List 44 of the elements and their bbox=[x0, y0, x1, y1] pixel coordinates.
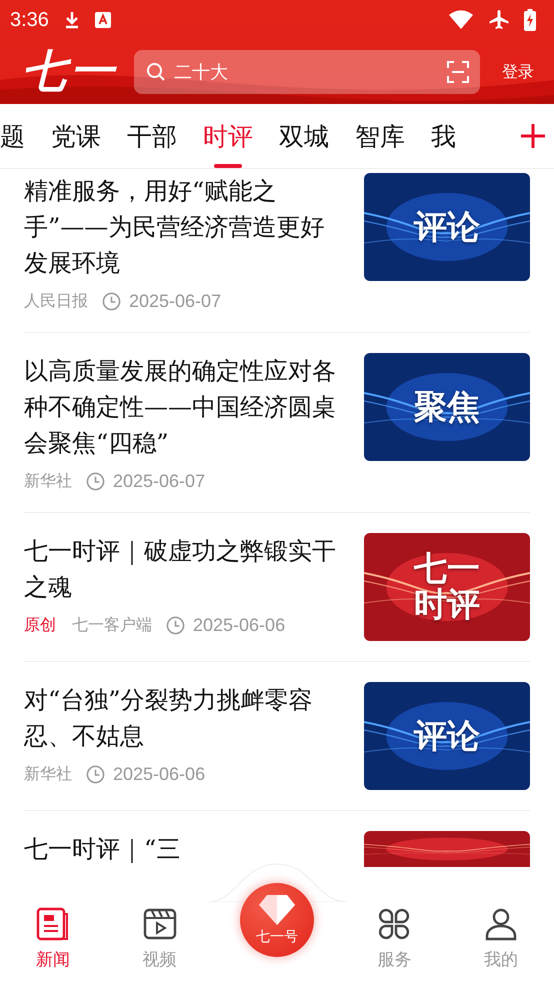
category-tab[interactable]: 时评 bbox=[190, 104, 266, 168]
article-source: 七一客户端 bbox=[72, 616, 152, 636]
clock-icon bbox=[102, 292, 121, 311]
article-title[interactable]: 以高质量发展的确定性应对各种不确定性——中国经济圆桌会聚焦“四稳” bbox=[24, 353, 350, 461]
category-tab[interactable]: 题 bbox=[0, 104, 38, 168]
article-title[interactable]: 七一时评｜破虚功之弊锻实干之魂 bbox=[24, 533, 350, 605]
search-input[interactable]: 二十大 bbox=[172, 60, 440, 84]
app-logo: 七一 bbox=[22, 50, 118, 94]
article-title[interactable]: 对“台独”分裂势力挑衅零容忍、不姑息 bbox=[24, 682, 350, 754]
article-source: 新华社 bbox=[24, 472, 72, 492]
category-tab[interactable]: 我 bbox=[418, 104, 469, 168]
category-tab[interactable]: 智库 bbox=[342, 104, 418, 168]
thumbnail-caption: 评论 bbox=[414, 208, 480, 246]
clock-icon bbox=[86, 765, 105, 784]
clock-icon bbox=[166, 616, 185, 635]
status-time: 3:36 bbox=[10, 8, 49, 32]
article-date: 2025-06-07 bbox=[113, 471, 206, 492]
thumbnail-caption: 七一时评 bbox=[412, 550, 481, 624]
gem-icon bbox=[258, 894, 296, 926]
thumbnail-caption: 聚焦 bbox=[414, 388, 480, 426]
original-tag: 原创 bbox=[24, 615, 56, 636]
article-title[interactable]: 七一时评｜“三 bbox=[24, 831, 350, 867]
category-tab[interactable]: 党课 bbox=[38, 104, 114, 168]
login-button[interactable]: 登录 bbox=[496, 62, 540, 82]
article-date: 2025-06-06 bbox=[193, 615, 286, 636]
qiyihao-button[interactable]: 七一号 bbox=[240, 883, 314, 957]
thumbnail-caption: 评论 bbox=[414, 718, 480, 754]
clock-icon bbox=[86, 472, 105, 491]
nav-tab[interactable]: 新闻 bbox=[27, 906, 80, 970]
article-title[interactable]: 精准服务，用好“赋能之手”——为民营经济营造更好发展环境 bbox=[24, 173, 350, 281]
category-tab[interactable]: 双城 bbox=[266, 104, 342, 168]
add-icon[interactable] bbox=[520, 123, 546, 149]
article-source: 人民日报 bbox=[24, 292, 88, 312]
battery-icon bbox=[524, 9, 536, 31]
article-date: 2025-06-07 bbox=[129, 291, 222, 312]
app-icon bbox=[94, 12, 111, 28]
search-icon bbox=[146, 62, 166, 82]
article-date: 2025-06-06 bbox=[113, 764, 206, 785]
search-bar[interactable]: 二十大 bbox=[134, 50, 480, 94]
airplane-icon bbox=[488, 9, 510, 31]
article-source: 新华社 bbox=[24, 764, 72, 785]
scan-icon[interactable] bbox=[446, 60, 470, 84]
wifi-icon bbox=[448, 10, 474, 30]
category-tab[interactable]: 干部 bbox=[114, 104, 190, 168]
